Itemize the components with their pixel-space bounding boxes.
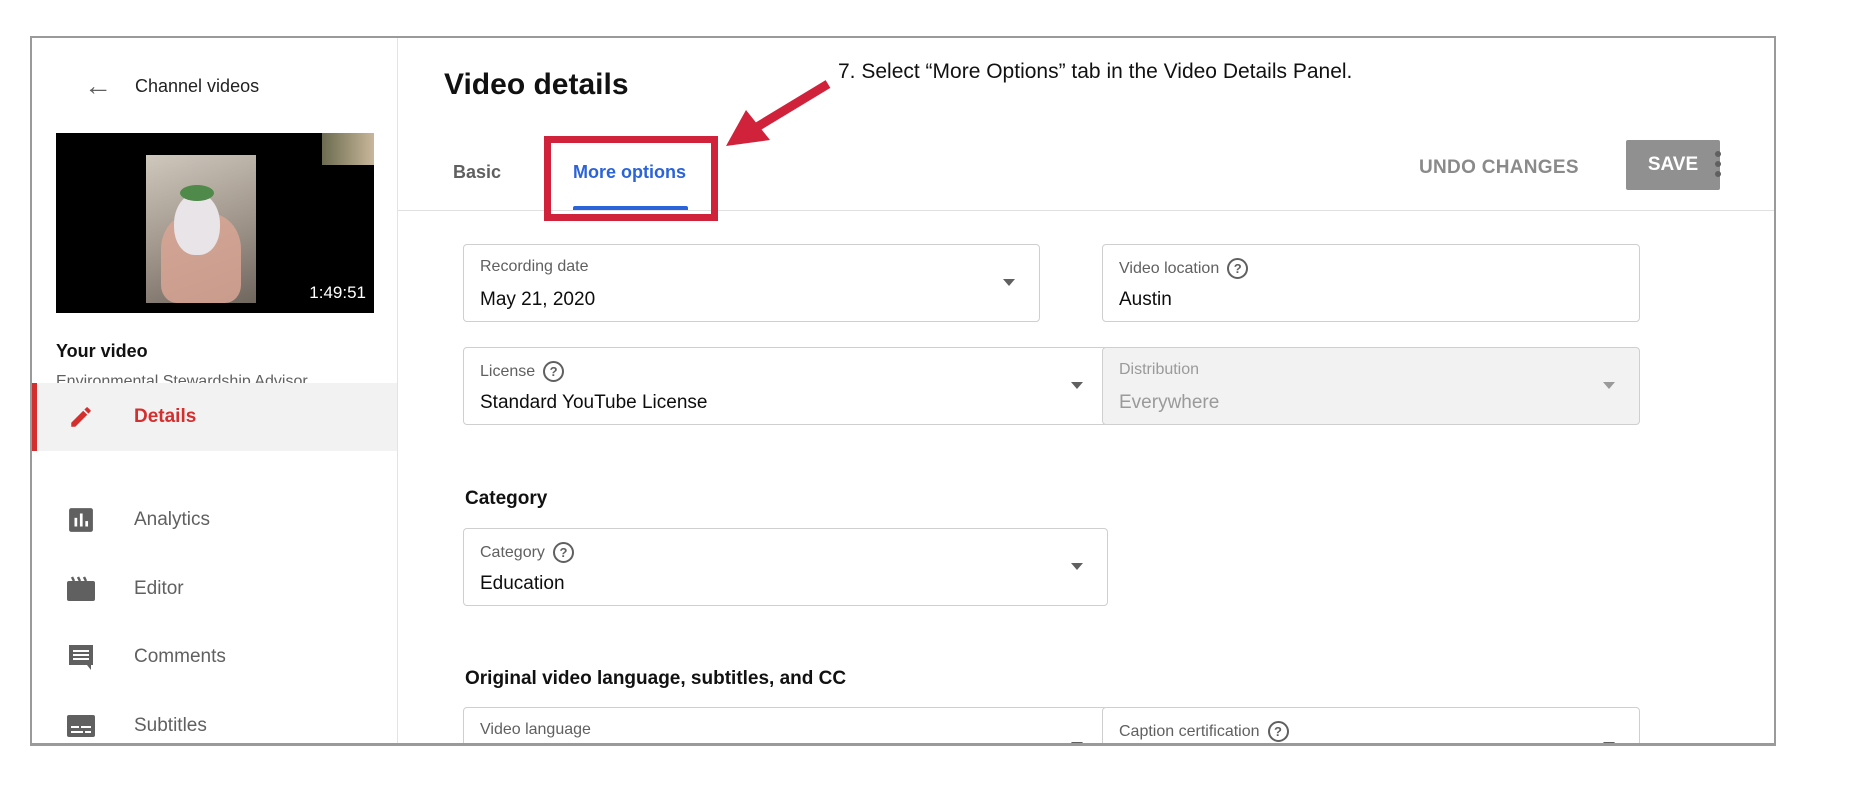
annotation-arrow-icon [726, 80, 831, 146]
annotation-text: 7. Select “More Options” tab in the Vide… [838, 60, 1353, 83]
